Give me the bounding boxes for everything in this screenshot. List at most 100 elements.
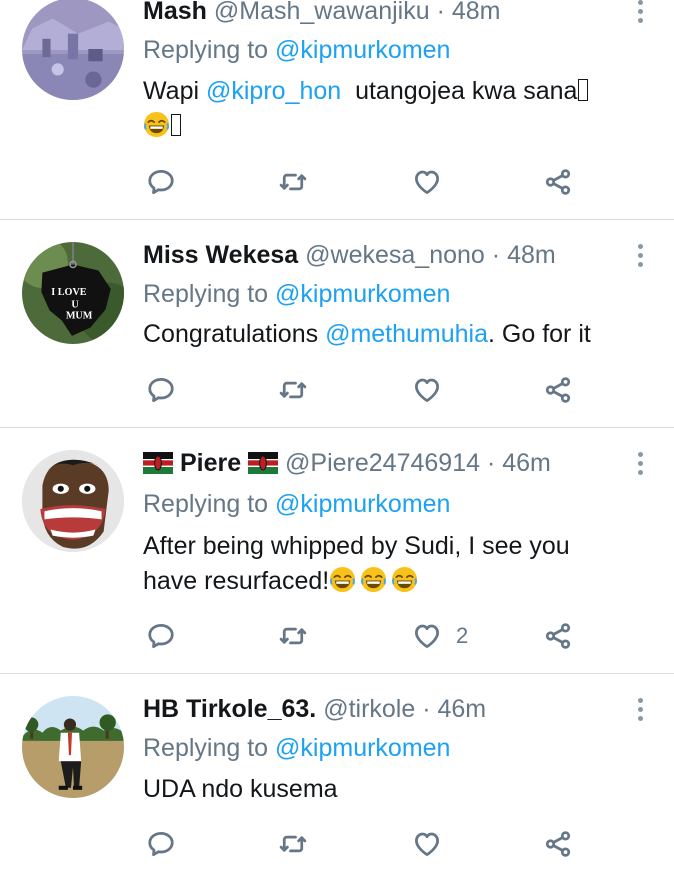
like-button[interactable]: 2 xyxy=(412,619,468,653)
heart-icon xyxy=(412,375,442,405)
reply-icon xyxy=(146,167,176,197)
reply-icon xyxy=(146,621,176,651)
timestamp[interactable]: 46m xyxy=(438,695,487,723)
more-vertical-icon[interactable] xyxy=(638,0,644,27)
laughing-emoji-icon xyxy=(360,566,387,593)
more-vertical-icon[interactable] xyxy=(638,698,644,725)
reply-button[interactable] xyxy=(146,619,176,653)
heart-icon xyxy=(412,621,442,651)
laughing-emoji-icon xyxy=(143,111,170,138)
share-button[interactable] xyxy=(543,827,573,861)
replying-to-prefix: Replying to xyxy=(143,280,269,308)
share-icon xyxy=(543,167,573,197)
tweet[interactable]: I LOVE U MUM Miss Wekesa @wekesa_nono · … xyxy=(0,220,674,428)
tweet-text-part: utangojea kwa sana xyxy=(341,77,578,105)
tweet-text: After being whipped by Sudi, I see you h… xyxy=(143,529,654,599)
separator-dot: · xyxy=(491,241,501,269)
author-handle[interactable]: @tirkole xyxy=(323,695,415,723)
retweet-button[interactable] xyxy=(278,373,308,407)
heart-icon xyxy=(412,167,442,197)
retweet-button[interactable] xyxy=(278,165,308,199)
tweet-text: Wapi @kipro_hon utangojea kwa sana xyxy=(143,74,654,144)
action-bar xyxy=(0,165,674,199)
replying-to-mention[interactable]: @kipmurkomen xyxy=(275,36,450,64)
action-bar xyxy=(0,827,674,861)
tweet[interactable]: HB Tirkole_63. @tirkole · 46m Replying t… xyxy=(0,674,674,885)
like-button[interactable] xyxy=(412,165,456,199)
share-button[interactable] xyxy=(543,373,573,407)
like-button[interactable] xyxy=(412,373,456,407)
avatar[interactable] xyxy=(22,0,124,100)
tweet-text: UDA ndo kusema xyxy=(143,772,654,807)
replying-to: Replying to @kipmurkomen xyxy=(143,279,450,309)
heart-icon xyxy=(412,829,442,859)
tweet-text: Congratulations @methumuhia. Go for it xyxy=(143,317,654,352)
avatar[interactable] xyxy=(22,450,124,552)
missing-glyph-icon xyxy=(171,114,181,136)
avatar-text-line: MUM xyxy=(66,311,93,322)
replying-to: Replying to @kipmurkomen xyxy=(143,489,450,519)
laughing-emoji-icon xyxy=(329,566,356,593)
laughing-emoji-icon xyxy=(391,566,418,593)
like-button[interactable] xyxy=(412,827,456,861)
replying-to-mention[interactable]: @kipmurkomen xyxy=(275,490,450,518)
share-icon xyxy=(543,829,573,859)
tweet-text-line: After being whipped by Sudi, I see you xyxy=(143,532,570,560)
like-count: 2 xyxy=(456,623,469,648)
replying-to-prefix: Replying to xyxy=(143,36,269,64)
tweet-text-line: UDA ndo kusema xyxy=(143,775,338,803)
author-handle[interactable]: @Mash_wawanjiku xyxy=(214,0,430,25)
tweet-text-part: Congratulations xyxy=(143,320,326,348)
avatar[interactable] xyxy=(22,696,124,798)
reply-button[interactable] xyxy=(146,373,176,407)
more-vertical-icon[interactable] xyxy=(638,244,644,271)
tweet-text-line: have resurfaced! xyxy=(143,567,330,595)
replying-to-prefix: Replying to xyxy=(143,490,269,518)
author-name[interactable]: Piere xyxy=(180,449,241,477)
author-handle[interactable]: @wekesa_nono xyxy=(305,241,485,269)
retweet-icon xyxy=(278,375,308,405)
retweet-button[interactable] xyxy=(278,827,308,861)
author-handle[interactable]: @Piere24746914 xyxy=(285,449,480,477)
retweet-icon xyxy=(278,829,308,859)
author-name[interactable]: Miss Wekesa xyxy=(143,241,298,269)
retweet-icon xyxy=(278,621,308,651)
kenya-flag-icon xyxy=(143,452,173,474)
replying-to-mention[interactable]: @kipmurkomen xyxy=(275,280,450,308)
author-name[interactable]: HB Tirkole_63. xyxy=(143,695,316,723)
retweet-icon xyxy=(278,167,308,197)
tweet[interactable]: Mash @Mash_wawanjiku · 48m Replying to @… xyxy=(0,0,674,220)
mention-link[interactable]: @kipro_hon xyxy=(206,77,341,105)
share-icon xyxy=(543,621,573,651)
mention-link[interactable]: @methumuhia xyxy=(325,320,488,348)
separator-dot: · xyxy=(486,449,496,477)
timestamp[interactable]: 48m xyxy=(452,0,501,25)
tweet[interactable]: Piere @Piere24746914 · 46m Replying to @… xyxy=(0,428,674,674)
share-button[interactable] xyxy=(543,165,573,199)
separator-dot: · xyxy=(422,695,431,723)
avatar[interactable]: I LOVE U MUM xyxy=(22,242,124,344)
more-vertical-icon[interactable] xyxy=(638,452,644,479)
replying-to: Replying to @kipmurkomen xyxy=(143,733,450,763)
replying-to-prefix: Replying to xyxy=(143,734,269,762)
tweet-text-part: Wapi xyxy=(143,77,206,105)
reply-button[interactable] xyxy=(146,165,176,199)
retweet-button[interactable] xyxy=(278,619,308,653)
kenya-flag-icon xyxy=(248,452,279,474)
share-button[interactable] xyxy=(543,619,573,653)
replying-to: Replying to @kipmurkomen xyxy=(143,35,450,65)
missing-glyph-icon xyxy=(578,79,589,101)
action-bar: 2 xyxy=(0,619,674,653)
share-icon xyxy=(543,375,573,405)
reply-icon xyxy=(146,829,176,859)
timestamp[interactable]: 48m xyxy=(507,241,556,269)
reply-icon xyxy=(146,375,176,405)
avatar-text-line: I LOVE xyxy=(51,287,87,298)
reply-button[interactable] xyxy=(146,827,176,861)
timestamp[interactable]: 46m xyxy=(502,449,551,477)
author-name[interactable]: Mash xyxy=(143,0,207,25)
avatar-text-line: U xyxy=(71,299,79,310)
separator-dot: · xyxy=(436,0,445,25)
tweet-text-part: . Go for it xyxy=(488,320,591,348)
replying-to-mention[interactable]: @kipmurkomen xyxy=(275,734,450,762)
